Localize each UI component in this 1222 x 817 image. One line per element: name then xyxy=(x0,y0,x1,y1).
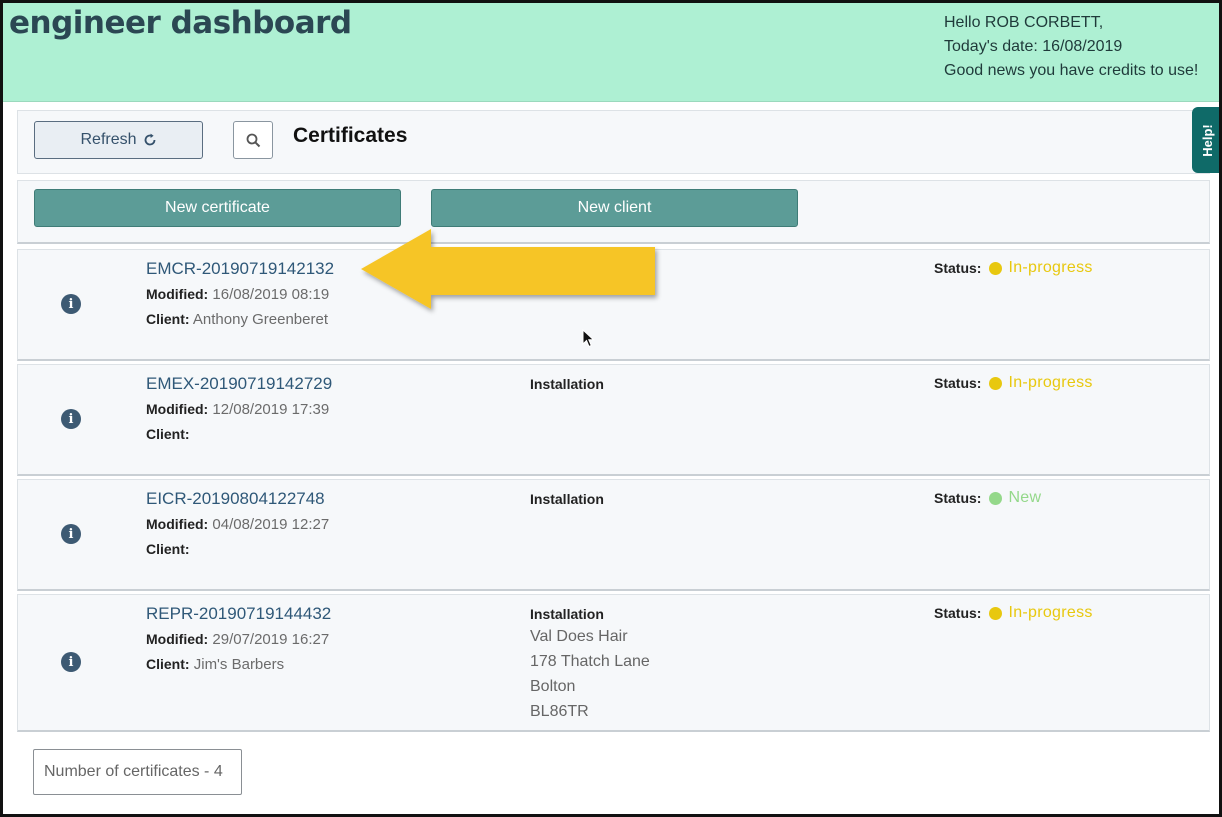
app-window: engineer dashboard Hello ROB CORBETT, To… xyxy=(0,0,1222,817)
help-label: Help! xyxy=(1199,123,1215,157)
info-icon[interactable]: i xyxy=(61,294,81,314)
address-line: Bolton xyxy=(530,678,576,695)
client-line: Client: Anthony Greenberet xyxy=(146,311,328,328)
help-tab[interactable]: Help! xyxy=(1192,107,1219,173)
brand-title: engineer dashboard xyxy=(9,5,352,41)
modified-line: Modified: 12/08/2019 17:39 xyxy=(146,401,329,418)
search-icon xyxy=(246,133,260,147)
refresh-label: Refresh xyxy=(80,131,137,148)
client-value: Jim's Barbers xyxy=(193,656,285,673)
refresh-button[interactable]: Refresh xyxy=(34,121,203,159)
status-value: New xyxy=(1008,489,1042,506)
status-dot-icon xyxy=(989,606,1003,620)
certificate-type: Installation xyxy=(530,606,604,622)
info-icon[interactable]: i xyxy=(61,409,81,429)
client-line: Client: Jim's Barbers xyxy=(146,656,284,673)
new-certificate-button[interactable]: New certificate xyxy=(34,189,401,227)
modified-label: Modified: xyxy=(146,516,209,532)
mouse-cursor-icon xyxy=(582,329,595,348)
status-dot-icon xyxy=(989,376,1003,390)
modified-label: Modified: xyxy=(146,631,209,647)
certificate-count-box: Number of certificates - 4 xyxy=(33,749,242,795)
modified-value: 16/08/2019 08:19 xyxy=(212,286,330,303)
certificate-ref-link[interactable]: EMCR-20190719142132 xyxy=(146,259,334,279)
address-line: Val Does Hair xyxy=(530,628,628,645)
info-icon[interactable]: i xyxy=(61,652,81,672)
info-icon[interactable]: i xyxy=(61,524,81,544)
modified-line: Modified: 16/08/2019 08:19 xyxy=(146,286,329,303)
status-badge: Status: New xyxy=(934,489,1041,507)
annotation-arrow-icon xyxy=(361,229,655,309)
search-button[interactable] xyxy=(233,121,273,159)
status-dot-icon xyxy=(989,261,1003,275)
status-badge: Status: In-progress xyxy=(934,259,1093,277)
greeting-text: Hello ROB CORBETT, xyxy=(944,14,1104,31)
client-label: Client: xyxy=(146,656,190,672)
certificate-row[interactable]: i REPR-20190719144432 Modified: 29/07/20… xyxy=(17,594,1210,732)
new-client-button[interactable]: New client xyxy=(431,189,798,227)
address-line: 178 Thatch Lane xyxy=(530,653,650,670)
modified-label: Modified: xyxy=(146,286,209,302)
client-label: Client: xyxy=(146,541,190,557)
status-dot-icon xyxy=(989,491,1003,505)
user-greeting-block: Hello ROB CORBETT, Today's date: 16/08/2… xyxy=(944,11,1198,83)
status-value: In-progress xyxy=(1008,604,1093,621)
client-label: Client: xyxy=(146,311,190,327)
address-line: BL86TR xyxy=(530,703,589,720)
status-label: Status: xyxy=(934,605,982,621)
modified-value: 29/07/2019 16:27 xyxy=(212,631,330,648)
certificate-type: Installation xyxy=(530,491,604,507)
credits-text: Good news you have credits to use! xyxy=(944,62,1199,79)
certificate-ref-link[interactable]: REPR-20190719144432 xyxy=(146,604,331,624)
date-text: Today's date: 16/08/2019 xyxy=(944,38,1123,55)
status-badge: Status: In-progress xyxy=(934,604,1093,622)
refresh-icon xyxy=(144,133,155,146)
toolbar: Refresh Certificates xyxy=(17,110,1210,174)
modified-label: Modified: xyxy=(146,401,209,417)
status-badge: Status: In-progress xyxy=(934,374,1093,392)
modified-line: Modified: 04/08/2019 12:27 xyxy=(146,516,329,533)
certificate-row[interactable]: i EICR-20190804122748 Modified: 04/08/20… xyxy=(17,479,1210,591)
modified-line: Modified: 29/07/2019 16:27 xyxy=(146,631,329,648)
status-value: In-progress xyxy=(1008,374,1093,391)
client-label: Client: xyxy=(146,426,190,442)
status-label: Status: xyxy=(934,490,982,506)
client-line: Client: xyxy=(146,426,190,443)
client-value: Anthony Greenberet xyxy=(192,311,328,328)
certificate-ref-link[interactable]: EICR-20190804122748 xyxy=(146,489,325,509)
certificate-ref-link[interactable]: EMEX-20190719142729 xyxy=(146,374,332,394)
status-label: Status: xyxy=(934,375,982,391)
certificate-type: Installation xyxy=(530,376,604,392)
page-title: Certificates xyxy=(293,124,408,147)
status-label: Status: xyxy=(934,260,982,276)
modified-value: 04/08/2019 12:27 xyxy=(212,516,330,533)
status-value: In-progress xyxy=(1008,259,1093,276)
certificate-row[interactable]: i EMEX-20190719142729 Modified: 12/08/20… xyxy=(17,364,1210,476)
modified-value: 12/08/2019 17:39 xyxy=(212,401,330,418)
client-line: Client: xyxy=(146,541,190,558)
header-bar: engineer dashboard Hello ROB CORBETT, To… xyxy=(3,3,1219,102)
